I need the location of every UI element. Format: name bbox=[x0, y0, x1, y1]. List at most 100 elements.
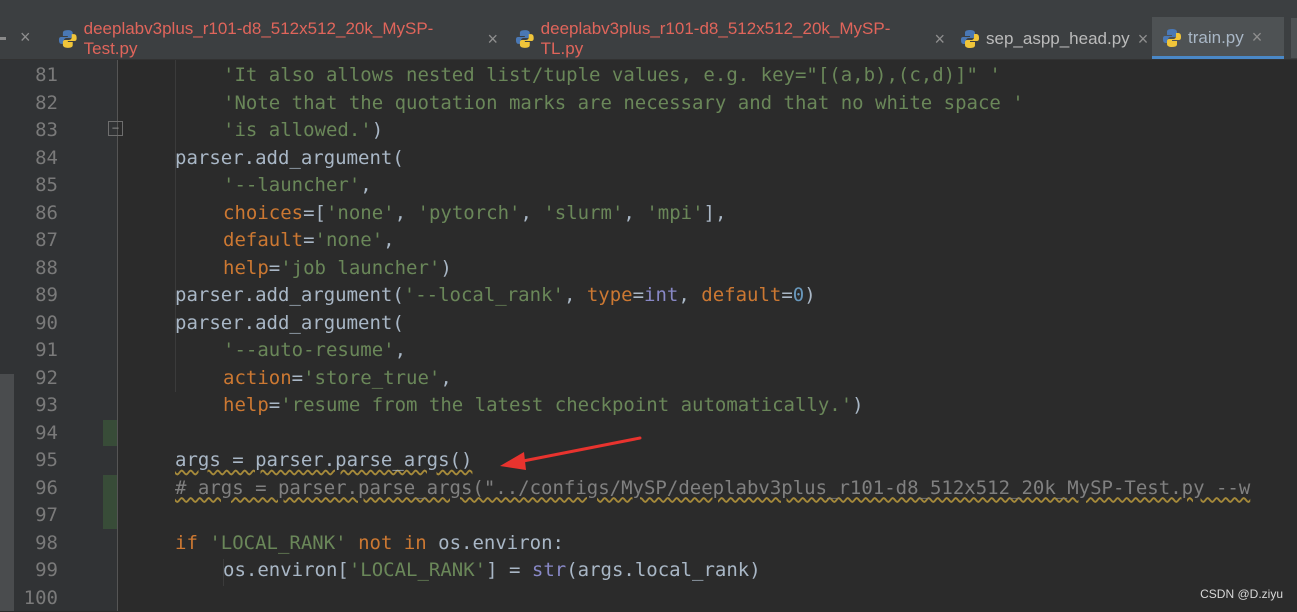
code-token bbox=[347, 532, 358, 554]
string-literal: 'pytorch' bbox=[418, 202, 521, 224]
code-token: ) bbox=[372, 119, 383, 141]
tab-sep-aspp-head[interactable]: sep_aspp_head.py × bbox=[950, 17, 1150, 59]
vcs-change-marker[interactable] bbox=[103, 420, 117, 446]
line-number: 99 bbox=[20, 557, 58, 585]
string-literal: '--local_rank' bbox=[404, 284, 564, 306]
string-literal: 'none' bbox=[326, 202, 395, 224]
line-number: 100 bbox=[20, 585, 58, 612]
tab-deeplabv3plus-mysp-test[interactable]: deeplabv3plus_r101-d8_512x512_20k_MySP-T… bbox=[48, 17, 498, 59]
code-token: os.environ: bbox=[427, 532, 564, 554]
code-line-81: 'It also allows nested list/tuple values… bbox=[223, 62, 1001, 90]
code-token: = bbox=[781, 284, 792, 306]
line-number: 88 bbox=[20, 255, 58, 283]
python-file-icon bbox=[960, 29, 980, 49]
code-token: (args.local_rank) bbox=[566, 559, 760, 581]
line-number: 83 bbox=[20, 117, 58, 145]
string-literal: 'LOCAL_RANK' bbox=[349, 559, 486, 581]
line-number: 92 bbox=[20, 365, 58, 393]
keyword-arg: default bbox=[223, 229, 303, 251]
string-literal: 'store_true' bbox=[303, 367, 440, 389]
annotation-arrow-icon bbox=[490, 430, 650, 480]
python-file-icon bbox=[1162, 28, 1182, 48]
vcs-change-marker[interactable] bbox=[103, 475, 117, 529]
scrollbar-thumb[interactable] bbox=[0, 374, 14, 611]
code-token: , bbox=[360, 174, 371, 196]
line-number: 85 bbox=[20, 172, 58, 200]
code-line-91: '--auto-resume', bbox=[223, 337, 406, 365]
line-number: 94 bbox=[20, 420, 58, 448]
tab-overflow-indicator bbox=[0, 37, 6, 40]
code-token: , bbox=[520, 202, 543, 224]
line-number: 98 bbox=[20, 530, 58, 558]
code-token: ) bbox=[804, 284, 815, 306]
code-line-82: 'Note that the quotation marks are neces… bbox=[223, 90, 1024, 118]
line-number: 81 bbox=[20, 62, 58, 90]
code-token: = bbox=[303, 229, 314, 251]
tab-close-icon[interactable]: × bbox=[1138, 29, 1149, 50]
keyword-arg: help bbox=[223, 394, 269, 416]
code-token: = bbox=[269, 257, 280, 279]
vertical-scrollbar[interactable] bbox=[0, 60, 14, 611]
string-literal: 'It also allows nested list/tuple values… bbox=[223, 64, 1001, 86]
code-line-84: parser.add_argument( bbox=[175, 145, 404, 173]
code-line-99: os.environ['LOCAL_RANK'] = str(args.loca… bbox=[223, 557, 761, 585]
number-literal: 0 bbox=[793, 284, 804, 306]
line-number: 89 bbox=[20, 282, 58, 310]
code-token: , bbox=[440, 367, 451, 389]
builtin-name: int bbox=[644, 284, 678, 306]
line-number: 91 bbox=[20, 337, 58, 365]
code-line-83: 'is allowed.') bbox=[223, 117, 383, 145]
line-number: 90 bbox=[20, 310, 58, 338]
code-token: = bbox=[633, 284, 644, 306]
code-token: , bbox=[623, 202, 646, 224]
close-icon[interactable]: × bbox=[20, 27, 31, 48]
string-literal: 'Note that the quotation marks are neces… bbox=[223, 92, 1024, 114]
tab-close-icon[interactable]: × bbox=[1252, 27, 1263, 48]
tab-label: sep_aspp_head.py bbox=[986, 29, 1130, 49]
code-editor[interactable]: 81 82 83 84 85 86 87 88 89 90 91 92 93 9… bbox=[0, 60, 1297, 611]
tab-train-py[interactable]: train.py × bbox=[1152, 17, 1284, 59]
code-token: = bbox=[269, 394, 280, 416]
code-token: ], bbox=[704, 202, 727, 224]
tab-deeplabv3plus-mysp-tl[interactable]: deeplabv3plus_r101-d8_512x512_20k_MySP-T… bbox=[505, 17, 945, 59]
keyword: if bbox=[175, 532, 198, 554]
code-token: ) bbox=[440, 257, 451, 279]
code-token: ) bbox=[852, 394, 863, 416]
string-literal: 'is allowed.' bbox=[223, 119, 372, 141]
code-line-86: choices=['none', 'pytorch', 'slurm', 'mp… bbox=[223, 200, 726, 228]
code-line-96: # args = parser.parse_args("../configs/M… bbox=[175, 475, 1250, 503]
code-token: parser.add_argument( bbox=[175, 284, 404, 306]
line-number: 84 bbox=[20, 145, 58, 173]
string-literal: 'none' bbox=[315, 229, 384, 251]
keyword-arg: help bbox=[223, 257, 269, 279]
tab-close-icon[interactable]: × bbox=[487, 29, 498, 50]
comment: # args = parser.parse_args("../configs/M… bbox=[175, 477, 1250, 499]
line-number: 87 bbox=[20, 227, 58, 255]
code-token: , bbox=[383, 229, 394, 251]
builtin-name: str bbox=[532, 559, 566, 581]
keyword-arg: action bbox=[223, 367, 292, 389]
code-line-85: '--launcher', bbox=[223, 172, 372, 200]
line-number: 97 bbox=[20, 502, 58, 530]
line-number: 96 bbox=[20, 475, 58, 503]
fold-collapse-icon[interactable]: − bbox=[108, 121, 123, 136]
code-line-90: parser.add_argument( bbox=[175, 310, 404, 338]
python-file-icon bbox=[515, 29, 535, 49]
keyword-arg: default bbox=[701, 284, 781, 306]
code-token: parser.add_argument( bbox=[175, 312, 404, 334]
line-number: 82 bbox=[20, 90, 58, 118]
watermark: CSDN @D.ziyu bbox=[1200, 587, 1283, 601]
string-literal: 'resume from the latest checkpoint autom… bbox=[280, 394, 852, 416]
code-token: os.environ[ bbox=[223, 559, 349, 581]
tab-label: deeplabv3plus_r101-d8_512x512_20k_MySP-T… bbox=[541, 19, 927, 59]
tab-close-icon[interactable]: × bbox=[934, 29, 945, 50]
code-token: parser.add_argument( bbox=[175, 147, 404, 169]
code-line-92: action='store_true', bbox=[223, 365, 452, 393]
tab-label: deeplabv3plus_r101-d8_512x512_20k_MySP-T… bbox=[84, 19, 480, 59]
line-number: 95 bbox=[20, 447, 58, 475]
string-literal: 'mpi' bbox=[646, 202, 703, 224]
python-file-icon bbox=[58, 29, 78, 49]
code-token: , bbox=[395, 339, 406, 361]
keyword-arg: type bbox=[587, 284, 633, 306]
code-token: , bbox=[564, 284, 587, 306]
